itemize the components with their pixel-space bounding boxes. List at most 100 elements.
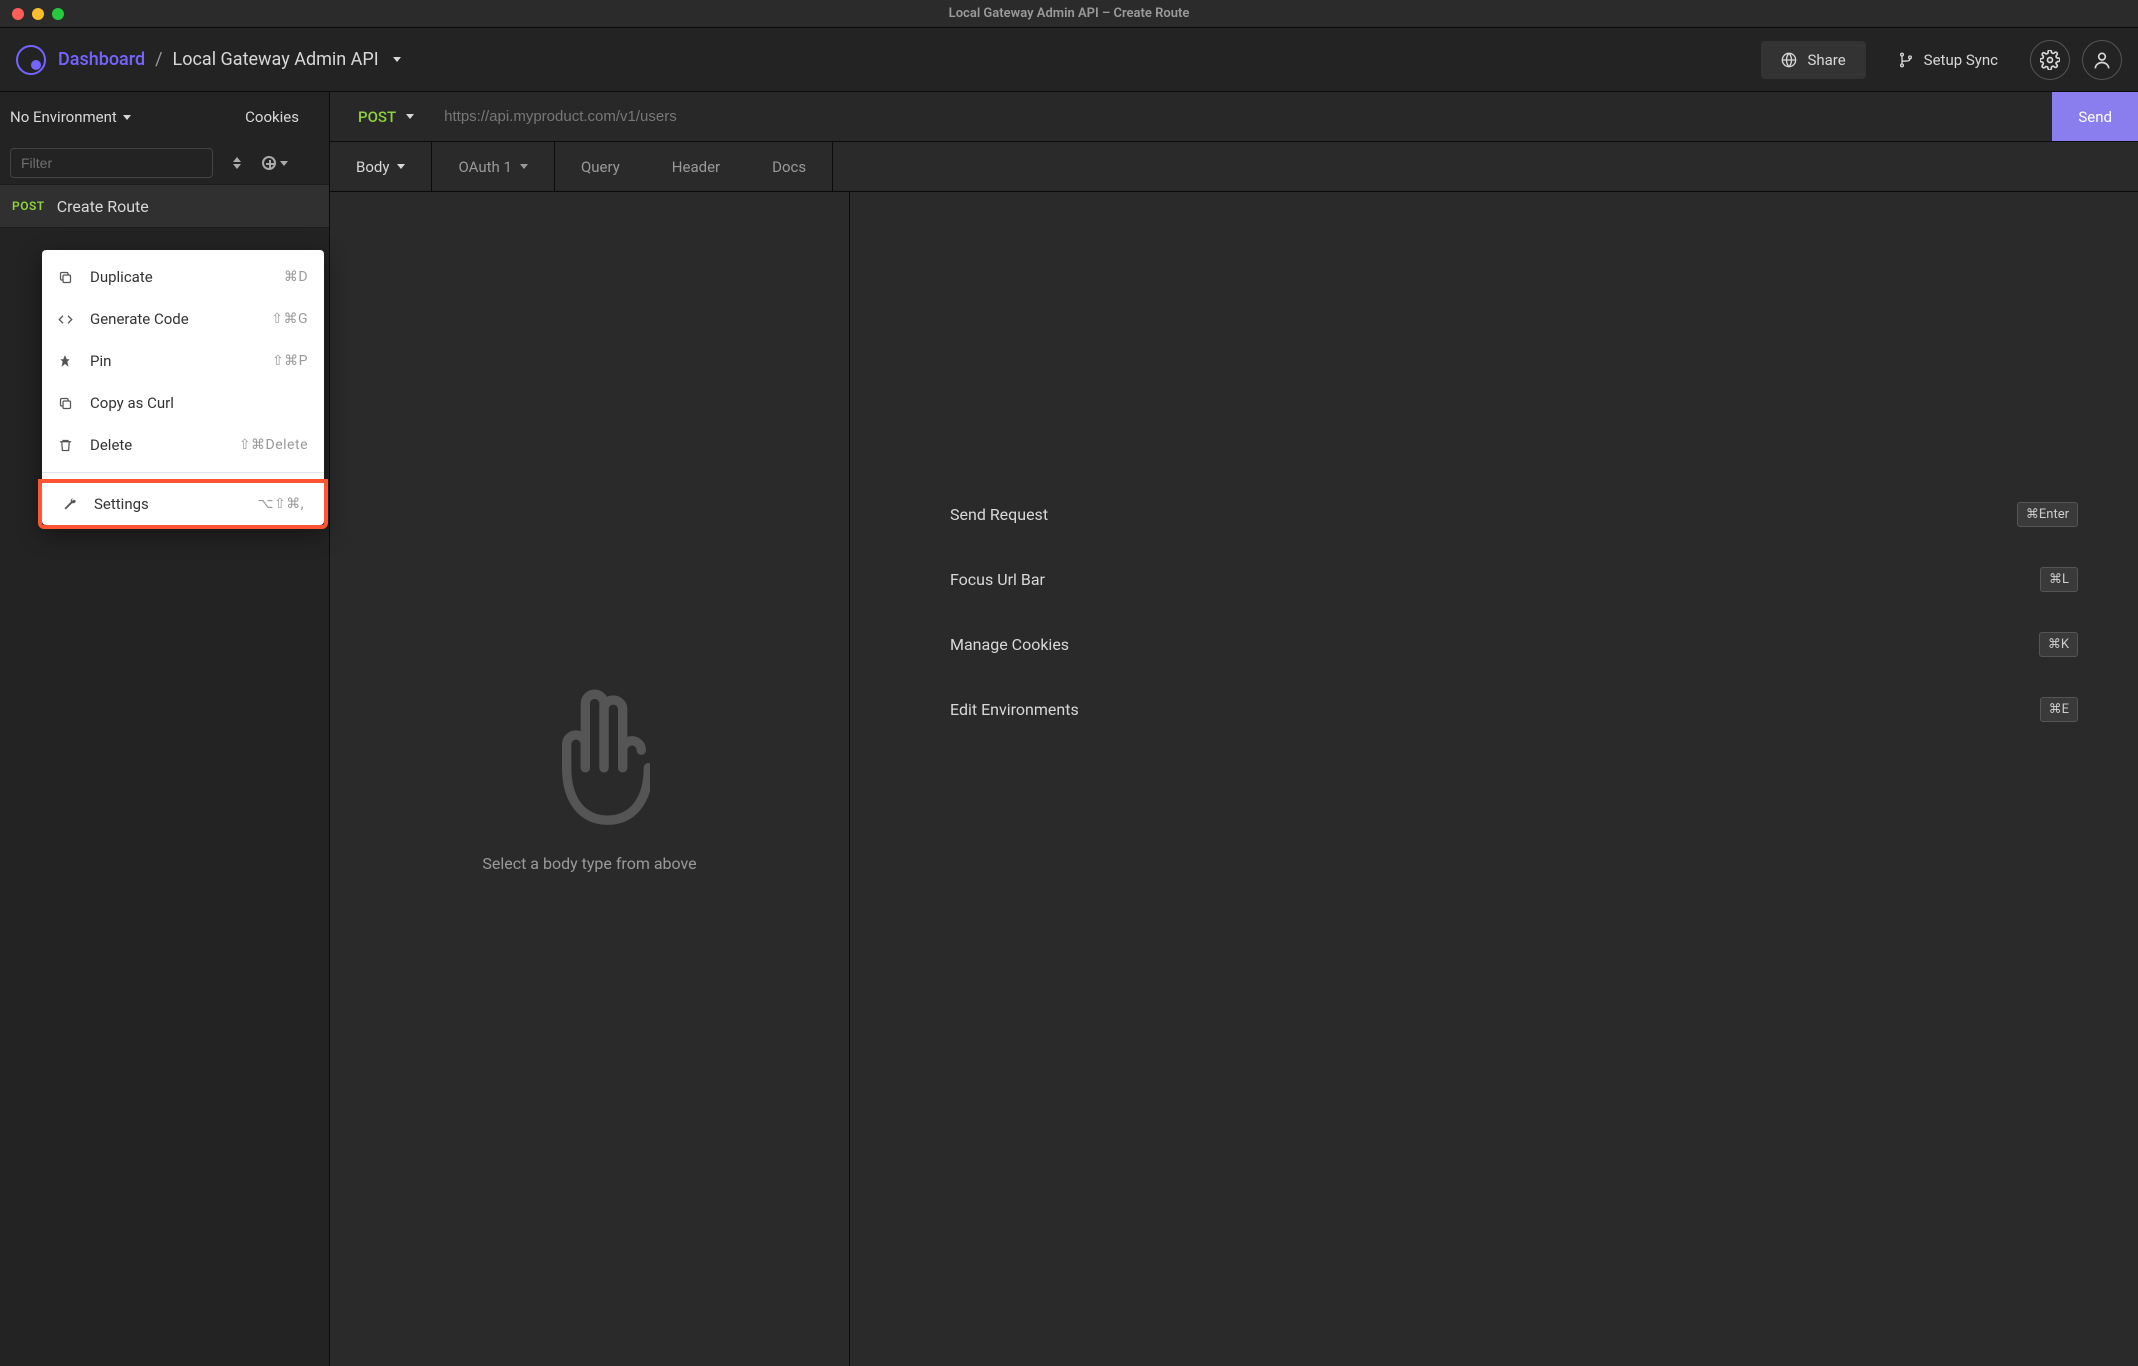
ctx-generate-code[interactable]: Generate Code ⇧⌘G (42, 298, 324, 340)
tab-label: Docs (772, 158, 806, 176)
tab-auth[interactable]: OAuth 1 (432, 142, 554, 191)
method-select[interactable]: POST (330, 92, 434, 141)
body-placeholder-text: Select a body type from above (482, 854, 696, 873)
cheat-row: Edit Environments ⌘E (950, 697, 2078, 722)
send-label: Send (2078, 108, 2112, 126)
tab-header[interactable]: Header (646, 142, 746, 191)
request-item[interactable]: POST Create Route (0, 184, 329, 228)
send-button[interactable]: Send (2052, 92, 2138, 141)
ctx-delete[interactable]: Delete ⇧⌘Delete (42, 424, 324, 466)
titlebar: Local Gateway Admin API – Create Route (0, 0, 2138, 28)
sidebar-filter-row (0, 142, 329, 184)
ctx-shortcut: ⇧⌘Delete (239, 437, 308, 453)
window-title: Local Gateway Admin API – Create Route (0, 6, 2138, 21)
environment-label: No Environment (10, 108, 117, 126)
cheat-shortcut: ⌘L (2040, 567, 2078, 592)
share-button[interactable]: Share (1761, 41, 1865, 79)
ctx-highlight: Settings ⌥⇧⌘, (38, 479, 328, 529)
cheat-label: Send Request (950, 505, 2017, 524)
ctx-label: Settings (94, 495, 243, 513)
wrench-icon (62, 497, 80, 512)
ctx-label: Generate Code (90, 310, 257, 328)
breadcrumb-workspace[interactable]: Dashboard (58, 49, 145, 70)
tab-body[interactable]: Body (330, 142, 432, 191)
ctx-shortcut: ⇧⌘P (272, 353, 308, 369)
ctx-pin[interactable]: Pin ⇧⌘P (42, 340, 324, 382)
sidebar: No Environment Cookies POST Create Route (0, 92, 330, 1366)
app-header: Dashboard / Local Gateway Admin API Shar… (0, 28, 2138, 92)
branch-icon (1898, 52, 1914, 68)
share-label: Share (1807, 51, 1845, 69)
ctx-duplicate[interactable]: Duplicate ⌘D (42, 256, 324, 298)
method-label: POST (358, 108, 396, 126)
ctx-label: Delete (90, 436, 225, 454)
chevron-down-icon (520, 164, 528, 169)
request-context-menu: Duplicate ⌘D Generate Code ⇧⌘G Pin ⇧⌘P (42, 250, 324, 525)
url-input[interactable] (434, 92, 2052, 141)
chevron-down-icon (406, 114, 414, 119)
breadcrumb: Dashboard / Local Gateway Admin API (58, 49, 401, 70)
chevron-down-icon (123, 115, 131, 120)
sort-button[interactable] (223, 149, 251, 177)
request-name: Create Route (57, 197, 149, 216)
cheat-shortcut: ⌘E (2040, 697, 2078, 722)
copy-icon (58, 396, 76, 411)
cheat-shortcut: ⌘K (2039, 632, 2078, 657)
ctx-shortcut: ⇧⌘G (271, 311, 308, 327)
tab-label: Query (581, 158, 620, 176)
breadcrumb-separator: / (155, 49, 162, 70)
tab-label: OAuth 1 (458, 158, 511, 176)
tab-label: Header (672, 158, 720, 176)
peace-hand-icon (530, 686, 650, 826)
cheat-label: Edit Environments (950, 700, 2040, 719)
cheat-label: Manage Cookies (950, 635, 2039, 654)
chevron-down-icon[interactable] (393, 57, 401, 62)
setup-sync-button[interactable]: Setup Sync (1878, 41, 2018, 79)
settings-button[interactable] (2030, 40, 2070, 80)
zoom-window-button[interactable] (52, 8, 64, 20)
account-button[interactable] (2082, 40, 2122, 80)
cheat-label: Focus Url Bar (950, 570, 2040, 589)
globe-icon (1781, 52, 1797, 68)
request-method-badge: POST (12, 199, 45, 213)
filter-input[interactable] (10, 148, 213, 178)
tab-label: Body (356, 158, 389, 176)
new-request-button[interactable] (261, 149, 289, 177)
ctx-label: Copy as Curl (90, 394, 294, 412)
cookies-button[interactable]: Cookies (245, 108, 319, 126)
request-bar: POST Send (330, 92, 2138, 142)
user-icon (2092, 50, 2112, 70)
cheat-shortcut: ⌘Enter (2017, 502, 2078, 527)
content-split: Select a body type from above Send Reque… (330, 192, 2138, 1366)
ctx-shortcut: ⌘D (284, 269, 308, 285)
cheat-row: Send Request ⌘Enter (950, 502, 2078, 527)
cheat-row: Focus Url Bar ⌘L (950, 567, 2078, 592)
shortcut-cheatsheet: Send Request ⌘Enter Focus Url Bar ⌘L Man… (850, 192, 2138, 1366)
tab-docs[interactable]: Docs (746, 142, 833, 191)
copy-icon (58, 270, 76, 285)
trash-icon (58, 438, 76, 453)
code-icon (58, 312, 76, 327)
pin-icon (58, 354, 76, 368)
request-tabs: Body OAuth 1 Query Header Docs (330, 142, 2138, 192)
close-window-button[interactable] (12, 8, 24, 20)
cheat-row: Manage Cookies ⌘K (950, 632, 2078, 657)
body-pane: Select a body type from above (330, 192, 850, 1366)
window-controls (12, 8, 64, 20)
ctx-settings[interactable]: Settings ⌥⇧⌘, (42, 483, 324, 525)
minimize-window-button[interactable] (32, 8, 44, 20)
ctx-shortcut: ⌥⇧⌘, (257, 496, 304, 512)
environment-select[interactable]: No Environment (10, 108, 131, 126)
content-panel: POST Send Body OAuth 1 Query Header (330, 92, 2138, 1366)
ctx-copy-curl[interactable]: Copy as Curl (42, 382, 324, 424)
ctx-label: Duplicate (90, 268, 270, 286)
app-logo-icon[interactable] (16, 45, 46, 75)
setup-sync-label: Setup Sync (1924, 51, 1998, 69)
ctx-label: Pin (90, 352, 258, 370)
tab-query[interactable]: Query (555, 142, 646, 191)
chevron-down-icon (397, 164, 405, 169)
chevron-down-icon (280, 161, 288, 166)
ctx-divider (42, 472, 324, 473)
breadcrumb-project[interactable]: Local Gateway Admin API (173, 49, 379, 70)
sort-icon (233, 157, 241, 169)
